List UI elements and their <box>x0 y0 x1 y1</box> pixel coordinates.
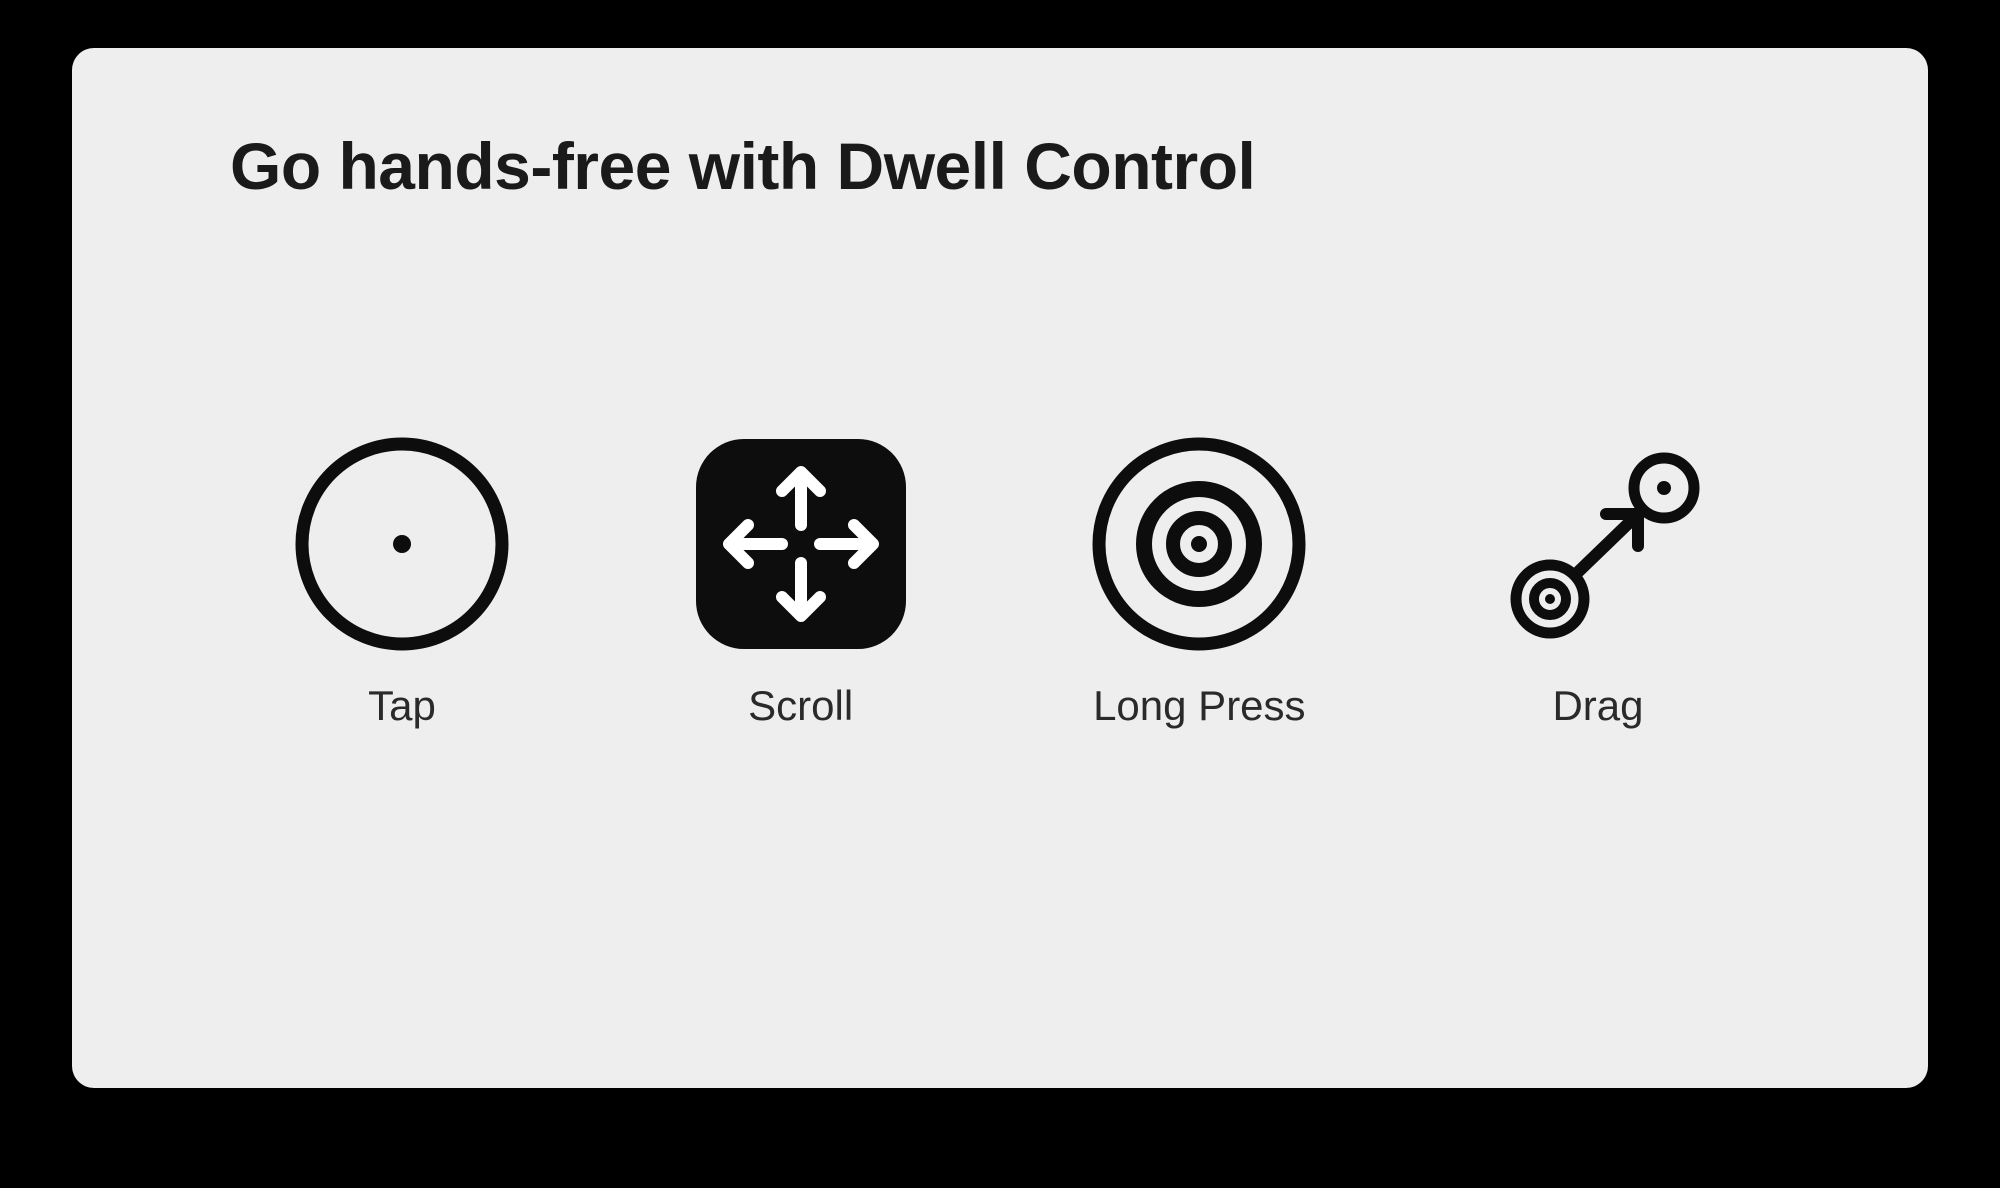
option-long-press[interactable]: Long Press <box>1059 434 1339 730</box>
drag-icon <box>1488 434 1708 654</box>
page-title: Go hands-free with Dwell Control <box>230 128 1828 204</box>
option-label: Tap <box>368 682 436 730</box>
scroll-icon <box>691 434 911 654</box>
option-label: Scroll <box>748 682 853 730</box>
option-label: Long Press <box>1093 682 1305 730</box>
option-tap[interactable]: Tap <box>262 434 542 730</box>
option-scroll[interactable]: Scroll <box>661 434 941 730</box>
long-press-icon <box>1089 434 1309 654</box>
dwell-control-card: Go hands-free with Dwell Control Tap <box>72 48 1928 1088</box>
options-row: Tap <box>172 434 1828 730</box>
tap-icon <box>292 434 512 654</box>
option-label: Drag <box>1552 682 1643 730</box>
option-drag[interactable]: Drag <box>1458 434 1738 730</box>
